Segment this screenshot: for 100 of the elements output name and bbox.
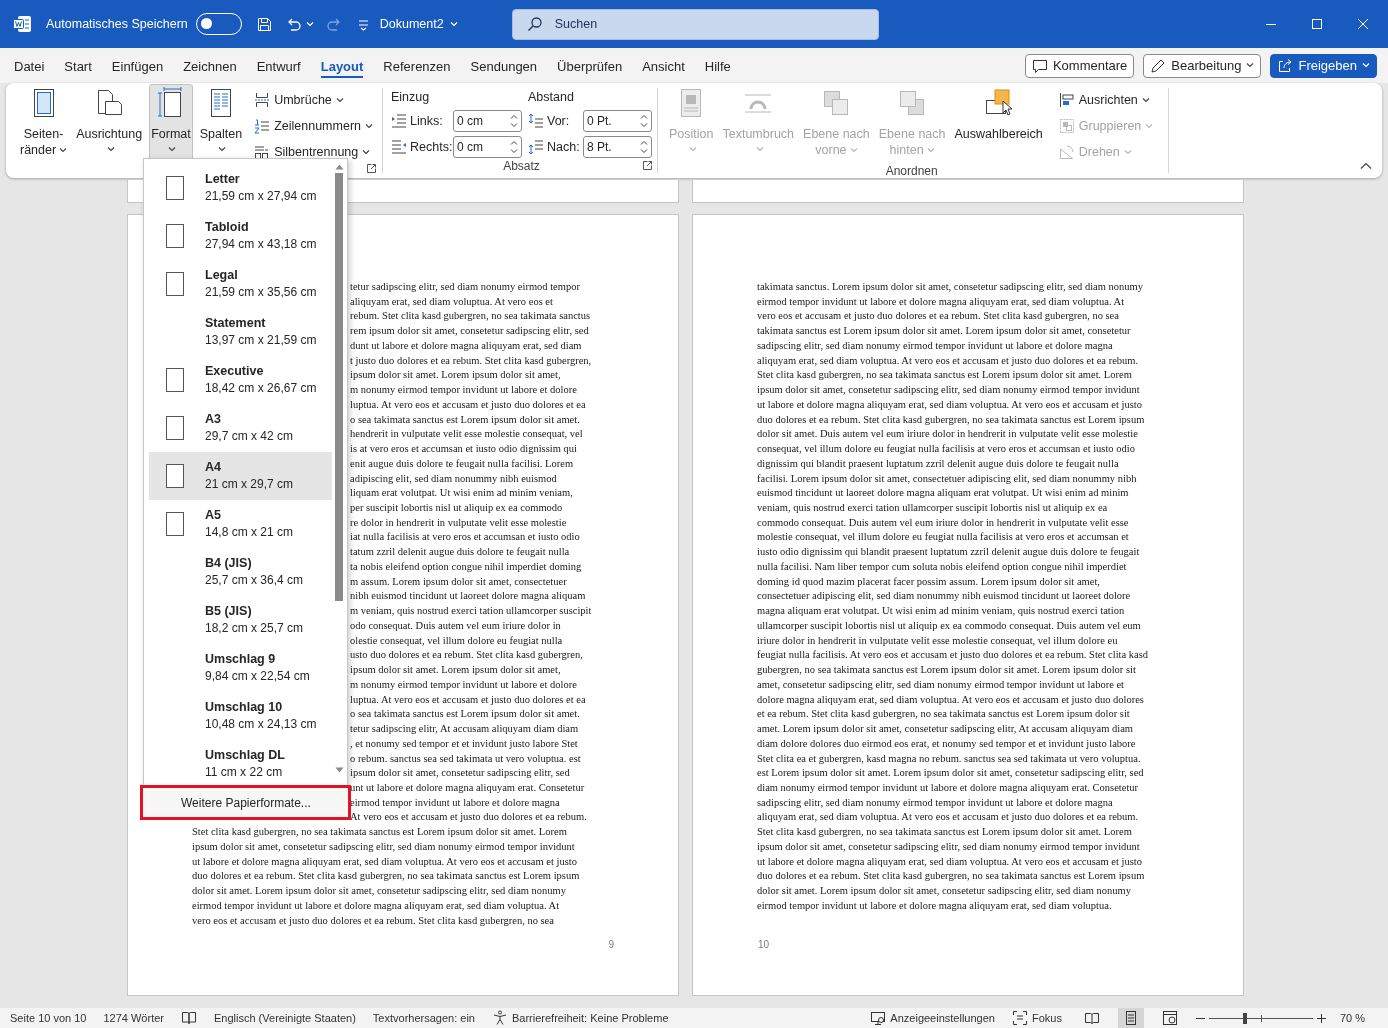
status-text[interactable]: Anzeigeeinstellungen <box>890 1012 995 1024</box>
caret-icon <box>218 147 227 152</box>
hyphenation-button[interactable]: Silbentrennung <box>251 140 376 164</box>
zoom-slider-thumb[interactable] <box>1243 1012 1248 1024</box>
text-line: o rebum. sanctus sea sed takimata ut vero voluptua. est <box>350 751 581 766</box>
status-text: 1274 Wörter <box>103 1012 164 1024</box>
text-line: rebum. Stet clita kasd gubergren, no sea takimata sanctus <box>350 309 591 324</box>
paper-size-option[interactable]: B4 (JIS) 25,7 cm x 36,4 cm <box>149 548 332 596</box>
monitor-gear-icon[interactable] <box>870 1010 887 1026</box>
search-input[interactable]: Suchen <box>554 17 855 31</box>
status-text: Textvorhersagen: ein <box>372 1012 475 1024</box>
save-icon[interactable] <box>255 15 273 33</box>
status-text[interactable]: Barrierefreiheit: Keine Probleme <box>512 1012 669 1024</box>
menu-tab[interactable]: Sendungen <box>470 55 538 78</box>
dialog-launcher-icon[interactable] <box>643 161 652 170</box>
paper-size-option[interactable]: Statement 13,97 cm x 21,59 cm <box>149 308 332 356</box>
book-icon[interactable] <box>181 1010 197 1026</box>
focus-icon[interactable] <box>1011 1010 1028 1026</box>
paper-size-option[interactable]: Executive 18,42 cm x 26,67 cm <box>149 356 332 404</box>
field-label: Vor: <box>547 114 571 128</box>
spinner-icon <box>510 139 518 155</box>
text-line: aliquyam erat, sed diam voluptua. At vero eos et <box>350 294 553 309</box>
number-field[interactable]: 0 cm <box>453 110 522 132</box>
orientation-button[interactable]: Ausrichtung <box>74 84 145 159</box>
text-line: luptua. At vero eos et accusam et justo duo dolores et ea <box>350 397 586 412</box>
app-logo-icon <box>13 15 31 33</box>
scrollbar[interactable] <box>333 159 345 785</box>
menu-tab[interactable]: Entwurf <box>256 55 301 78</box>
menu-tab[interactable]: Referenzen <box>383 55 451 78</box>
search-icon <box>526 16 543 32</box>
paper-size-option[interactable]: Umschlag DL 11 cm x 22 cm <box>149 740 332 785</box>
menu-tab[interactable]: Datei <box>14 55 45 78</box>
group-heading: Einzug <box>391 89 431 106</box>
person-icon[interactable] <box>492 1010 508 1026</box>
number-field[interactable]: 0 cm <box>453 136 522 158</box>
paper-size-option[interactable]: Umschlag 10 10,48 cm x 24,13 cm <box>149 692 332 740</box>
margins-button[interactable]: Seiten- ränder <box>18 84 70 159</box>
menu-tab[interactable]: Ansicht <box>642 55 685 78</box>
field-label: Rechts: <box>410 140 450 154</box>
caret-icon <box>335 97 344 103</box>
comments-button[interactable]: Kommentare <box>1024 53 1135 78</box>
rotate-icon <box>1058 144 1075 160</box>
text-line: per suscipit lobortis nisl ut aliquip ex ea commodo <box>350 501 563 515</box>
paper-size-option[interactable]: Legal 21,59 cm x 35,56 cm <box>149 260 332 308</box>
menu-tab[interactable]: Layout <box>320 55 364 78</box>
text-line: eirmod tempor invidunt ut labore et dolore magna <box>350 795 560 810</box>
page-icon <box>166 368 184 392</box>
zoom-level[interactable]: 70 % <box>1339 1012 1365 1024</box>
menu-tab[interactable]: Hilfe <box>704 55 731 78</box>
caret-icon <box>1141 97 1150 103</box>
scroll-up-icon[interactable] <box>334 164 344 170</box>
status-text[interactable]: Fokus <box>1031 1012 1062 1024</box>
web-layout-icon <box>1161 1010 1178 1026</box>
number-field[interactable]: 0 Pt. <box>583 110 652 132</box>
autosave-label: Automatisches Speichern <box>46 17 188 31</box>
search-field[interactable]: Suchen <box>511 8 879 40</box>
paper-size-option[interactable]: A4 21 cm x 29,7 cm <box>149 452 332 500</box>
text-line: m veniam, quis nostrud exerci tation ullamcorper suscipit <box>350 604 592 619</box>
caret-icon <box>168 147 177 152</box>
menu-tab[interactable]: Einfügen <box>111 55 164 78</box>
columns-button[interactable]: Spalten <box>197 84 245 159</box>
paper-size-option[interactable]: Letter 21,59 cm x 27,94 cm <box>149 164 332 212</box>
scroll-down-icon[interactable] <box>334 767 344 773</box>
text-line: hendrerit in vulputate velit esse molestie consequat, vel <box>350 427 583 442</box>
line-numbers-button[interactable]: Zeilennummern <box>251 114 376 138</box>
paper-size-option[interactable]: A5 14,8 cm x 21 cm <box>149 500 332 548</box>
group-heading: Abstand <box>528 89 575 106</box>
selection-pane-button[interactable]: Auswahlbereich <box>952 84 1045 159</box>
more-paper-sizes-button[interactable]: Weitere Papierformate... <box>140 785 351 820</box>
paper-size-button[interactable]: Format <box>149 84 193 159</box>
print-layout-button[interactable] <box>1117 1008 1144 1028</box>
menu-tab[interactable]: Zeichnen <box>183 55 237 78</box>
text-line: m assum. Lorem ipsum dolor sit amet, consectetuer <box>350 574 567 589</box>
status-text: Seite 10 von 10 <box>10 1012 87 1024</box>
share-button[interactable]: Freigeben <box>1270 53 1377 78</box>
dialog-launcher-icon[interactable] <box>367 164 376 173</box>
text-line: rem ipsum dolor sit amet, consetetur sadipscing elitr, sed <box>350 324 589 339</box>
maximize-icon[interactable] <box>1311 18 1323 30</box>
menu-tab[interactable]: Überprüfen <box>557 55 623 78</box>
caret-icon <box>1123 149 1132 155</box>
close-icon[interactable] <box>1357 18 1369 30</box>
align-button[interactable]: Ausrichten <box>1055 88 1157 112</box>
paragraph: takimata sanctus. Lorem ipsum dolor sit amet, consetetur sadipscing elitr, sed diam nonumy eirmod tempor invidunt ut labore et dolore magna aliquyam erat, sed diam voluptua. At vero eos et accusam et justo duo dolores et ea rebum. Stet clita kasd gubergren, no sea takimata sanctus est Lorem ipsum dolor sit amet. Lorem ipsum dolor sit amet, consetetur sadipscing elitr, sed diam nonumy eirmod tempor invidunt ut labore et dolore magna aliquyam erat, sed diam voluptua. At vero eos et accusam et justo duo dolores et ea rebum. Stet clita kasd gubergren, no sea takimata sanctus est Lorem ipsum dolor sit amet. Lorem ipsum dolor sit amet, consetetur sadipscing elitr, sed diam nonumy eirmod tempor invidunt ut labore et dolore magna aliquyam erat, sed diam voluptua. At vero eos et accusam et justo duo dolores et ea rebum. Stet clita kasd gubergren, no sea takimata sanctus est Lorem ipsum dolor sit amet. Duis autem vel eum iriure dolor in hendrerit in vulputate velit esse molestie consequat, vel illum dolore eu feugiat nulla facilisis at vero eros et accumsan et iusto odio dignissim qui blandit praesent luptatum zzril delenit augue duis dolore te feugait nulla facilisi. Lorem ipsum dolor sit amet, consectetuer adipiscing elit, sed diam nonummy nibh euismod tincidunt ut laoreet dolore magna aliquam erat volutpat. Ut wisi enim ad minim veniam, quis nostrud exerci tation ullamcorper suscipit lobortis nisl ut aliquip ex ea commodo consequat. Duis autem vel eum iriure dolor in hendrerit in vulputate velit esse molestie consequat, vel illum dolore eu feugiat nulla facilisis at vero eros et accumsan et iusto odio dignissim qui blandit praesent luptatum zzril delenit augue duis dolore te feugait nulla facilisi. Nam liber tempor cum soluta nobis eleifend option congue nihil imperdiet doming id quod mazim placerat facer possim assum. Lorem ipsum dolor sit amet, consectetuer adipiscing elit, sed diam nonummy nibh euismod tincidunt ut laoreet dolore magna aliquam erat volutpat. Ut wisi enim ad minim veniam, quis nostrud exerci tation ullamcorper suscipit lobortis nisl ut aliquip ex ea commodo consequat. Duis autem vel eum iriure dolor in hendrerit in vulputate velit esse molestie consequat, vel illum dolore eu feugiat nulla facilisis. At vero eos et accusam et justo duo dolores et ea rebum. Stet clita kasd gubergren, no sea takimata sanctus est Lorem ipsum dolor sit amet. Lorem ipsum dolor sit amet, consetetur sadipscing elitr, sed diam nonumy eirmod tempor invidunt ut labore et dolore magna aliquyam erat, sed diam voluptua. At vero eos et accusam et justo duo dolores et ea rebum. Stet clita kasd gubergren, no sea takimata sanctus est Lorem ipsum dolor sit amet. Lorem ipsum dolor sit amet, consetetur sadipscing elitr, At accusam aliquyam diam diam dolore dolores duo eirmod eos erat, et nonumy sed tempor et et invidunt justo labore Stet clita ea et gubergren, kasd magna no rebum. sanctus sea sed takimata ut vero voluptua. est Lorem ipsum dolor sit amet. Lorem ipsum dolor sit amet, consetetur sadipscing elitr, sed diam nonumy eirmod tempor invidunt ut labore et dolore magna aliquyam erat. Consetetur sadipscing elitr, sed diam nonumy eirmod tempor invidunt ut labore et dolore magna aliquyam erat, sed diam voluptua. At vero eos et accusam et justo duo dolores et ea rebum. Stet clita kasd gubergren, no sea takimata sanctus est Lorem ipsum dolor sit amet. Lorem ipsum dolor sit amet, consetetur sadipscing elitr, sed diam nonumy eirmod tempor invidunt ut labore et dolore magna aliquyam erat, sed diam voluptua. At vero eos et accusam et justo duo dolores et ea rebum. Stet clita kasd gubergren, no sea takimata sanctus est Lorem ipsum dolor sit amet. Lorem ipsum dolor sit amet, consetetur sadipscing elitr, sed diam nonumy eirmod tempor invidunt ut labore et dolore magna aliquyam erat, sed diam voluptua. <box>756 280 1148 913</box>
caret-icon <box>849 148 858 154</box>
editing-button[interactable]: Bearbeitung <box>1143 53 1262 78</box>
scrollbar-thumb[interactable] <box>335 173 343 601</box>
paper-size-option[interactable]: Tabloid 27,94 cm x 43,18 cm <box>149 212 332 260</box>
number-field[interactable]: 8 Pt. <box>583 136 652 158</box>
paper-size-option[interactable]: Umschlag 9 9,84 cm x 22,54 cm <box>149 644 332 692</box>
paper-size-option[interactable]: B5 (JIS) 18,2 cm x 25,7 cm <box>149 596 332 644</box>
text-line: tetur sadipscing elitr, At accusam aliquyam diam diam <box>350 722 579 737</box>
caret-icon <box>59 148 68 154</box>
text-line: nibh euismod tincidunt ut laoreet dolore magna aliquam <box>350 589 586 604</box>
chevron-up-icon[interactable] <box>1360 162 1372 170</box>
zoom-in-icon[interactable] <box>1316 1013 1326 1023</box>
menu-tab[interactable]: Start <box>64 55 92 78</box>
document-name-button[interactable]: Dokument2 <box>375 13 462 35</box>
breaks-button[interactable]: Umbrüche <box>251 88 376 112</box>
hyphenation-icon <box>254 144 271 160</box>
paper-size-option[interactable]: A3 29,7 cm x 42 cm <box>149 404 332 452</box>
